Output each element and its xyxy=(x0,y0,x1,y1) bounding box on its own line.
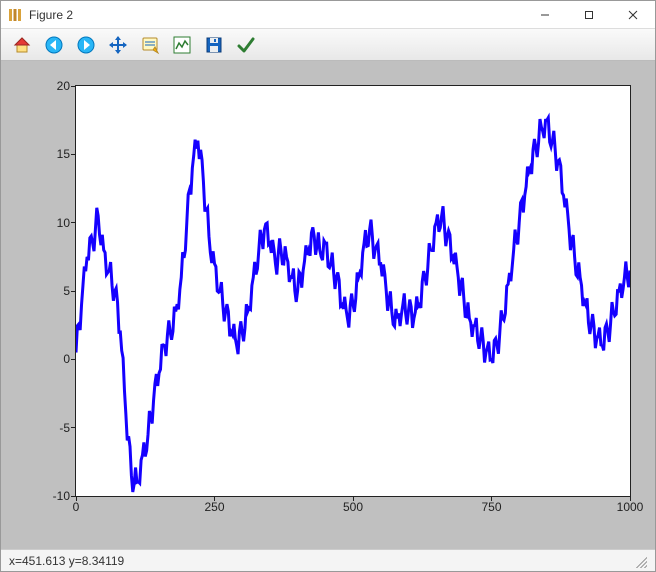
minimize-button[interactable] xyxy=(523,1,567,29)
app-icon xyxy=(7,7,23,23)
figure: -10-505101520 02505007501000 xyxy=(15,75,641,535)
figure-window: Figure 2 xyxy=(0,0,656,572)
zoom-button[interactable] xyxy=(137,32,163,58)
home-button[interactable] xyxy=(9,32,35,58)
arrow-left-icon xyxy=(44,35,64,55)
maximize-button[interactable] xyxy=(567,1,611,29)
close-button[interactable] xyxy=(611,1,655,29)
save-button[interactable] xyxy=(201,32,227,58)
subplots-button[interactable] xyxy=(169,32,195,58)
canvas-area[interactable]: -10-505101520 02505007501000 xyxy=(1,61,655,549)
check-icon xyxy=(236,35,256,55)
statusbar: x=451.613 y=8.34119 xyxy=(1,549,655,571)
arrow-right-icon xyxy=(76,35,96,55)
toolbar xyxy=(1,29,655,61)
subplots-icon xyxy=(172,35,192,55)
window-title: Figure 2 xyxy=(29,8,523,22)
move-icon xyxy=(108,35,128,55)
pan-button[interactable] xyxy=(105,32,131,58)
cursor-coordinates: x=451.613 y=8.34119 xyxy=(9,554,124,568)
window-controls xyxy=(523,1,655,28)
plot-axes[interactable]: -10-505101520 02505007501000 xyxy=(75,85,631,497)
resize-grip-icon[interactable] xyxy=(633,554,647,568)
forward-button[interactable] xyxy=(73,32,99,58)
zoom-icon xyxy=(140,35,160,55)
back-button[interactable] xyxy=(41,32,67,58)
titlebar[interactable]: Figure 2 xyxy=(1,1,655,29)
save-icon xyxy=(204,35,224,55)
line-plot xyxy=(76,86,630,496)
customize-button[interactable] xyxy=(233,32,259,58)
home-icon xyxy=(12,35,32,55)
